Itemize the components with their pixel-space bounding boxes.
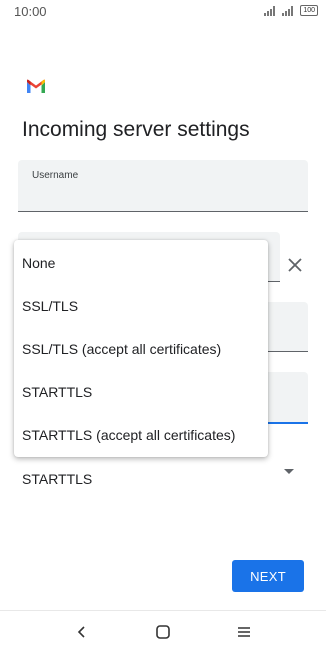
menu-item-ssl-tls[interactable]: SSL/TLS xyxy=(14,284,268,327)
menu-item-none[interactable]: None xyxy=(14,241,268,284)
status-time: 10:00 xyxy=(14,4,47,19)
navigation-bar xyxy=(0,610,326,652)
security-type-value: STARTTLS xyxy=(22,471,93,487)
signal-icon xyxy=(282,5,295,16)
menu-icon[interactable] xyxy=(233,621,255,643)
home-icon[interactable] xyxy=(152,621,174,643)
battery-icon: 100 xyxy=(300,5,318,16)
security-options-menu: None SSL/TLS SSL/TLS (accept all certifi… xyxy=(14,240,268,457)
screen: 10:00 100 Incoming server settings Usern… xyxy=(0,0,326,652)
menu-item-starttls[interactable]: STARTTLS xyxy=(14,371,268,414)
signal-icon xyxy=(264,5,277,16)
close-icon[interactable] xyxy=(284,254,306,276)
menu-item-starttls-accept-all[interactable]: STARTTLS (accept all certificates) xyxy=(14,414,268,457)
status-bar: 10:00 100 xyxy=(0,0,326,24)
username-field[interactable]: Username xyxy=(18,160,308,212)
back-icon[interactable] xyxy=(71,621,93,643)
gmail-logo-icon xyxy=(27,79,45,93)
page-title: Incoming server settings xyxy=(22,118,250,141)
status-icons: 100 xyxy=(264,5,318,16)
username-label: Username xyxy=(32,170,79,181)
next-button[interactable]: NEXT xyxy=(232,560,304,592)
security-type-select[interactable]: STARTTLS xyxy=(18,458,308,498)
chevron-down-icon xyxy=(284,469,294,474)
menu-item-ssl-tls-accept-all[interactable]: SSL/TLS (accept all certificates) xyxy=(14,327,268,370)
